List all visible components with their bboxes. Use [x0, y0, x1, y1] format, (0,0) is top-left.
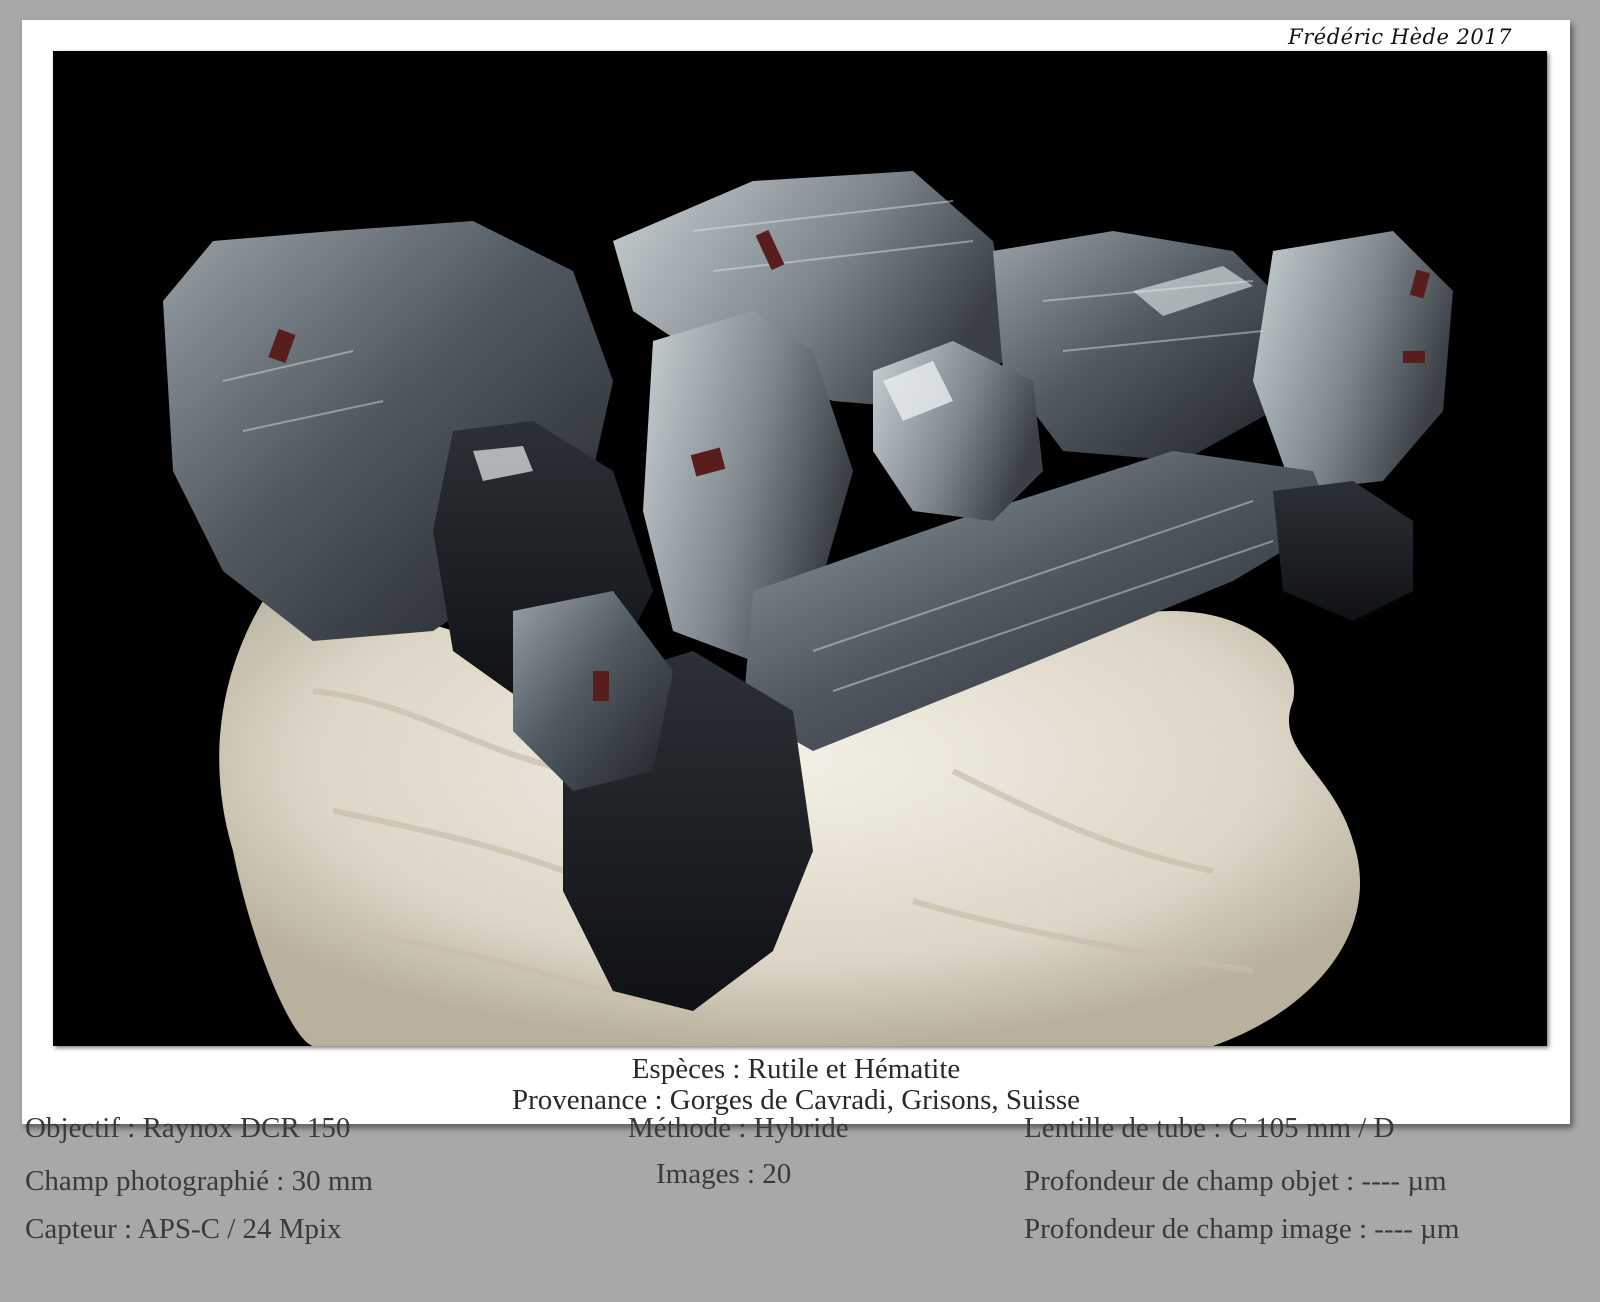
- objective-info: Objectif : Raynox DCR 150: [25, 1112, 351, 1144]
- field-info: Champ photographié : 30 mm: [25, 1165, 373, 1197]
- photographer-signature: Frédéric Hède 2017: [1288, 25, 1512, 49]
- photo-card: Frédéric Hède 2017 Espèces: Rutile et H…: [22, 20, 1570, 1124]
- tube-lens-info: Lentille de tube : C 105 mm / D: [1024, 1112, 1395, 1144]
- species-caption: Espèces : Rutile et Hématite: [631, 1053, 961, 1085]
- method-info: Méthode : Hybride: [628, 1112, 849, 1144]
- dof-object-info: Profondeur de champ objet : ---- µm: [1024, 1165, 1447, 1197]
- dof-image-info: Profondeur de champ image : ---- µm: [1024, 1213, 1460, 1245]
- images-info: Images : 20: [656, 1158, 792, 1190]
- sensor-info: Capteur : APS-C / 24 Mpix: [25, 1213, 342, 1245]
- mineral-photo-image: [53, 51, 1547, 1046]
- mineral-photo: [53, 51, 1547, 1046]
